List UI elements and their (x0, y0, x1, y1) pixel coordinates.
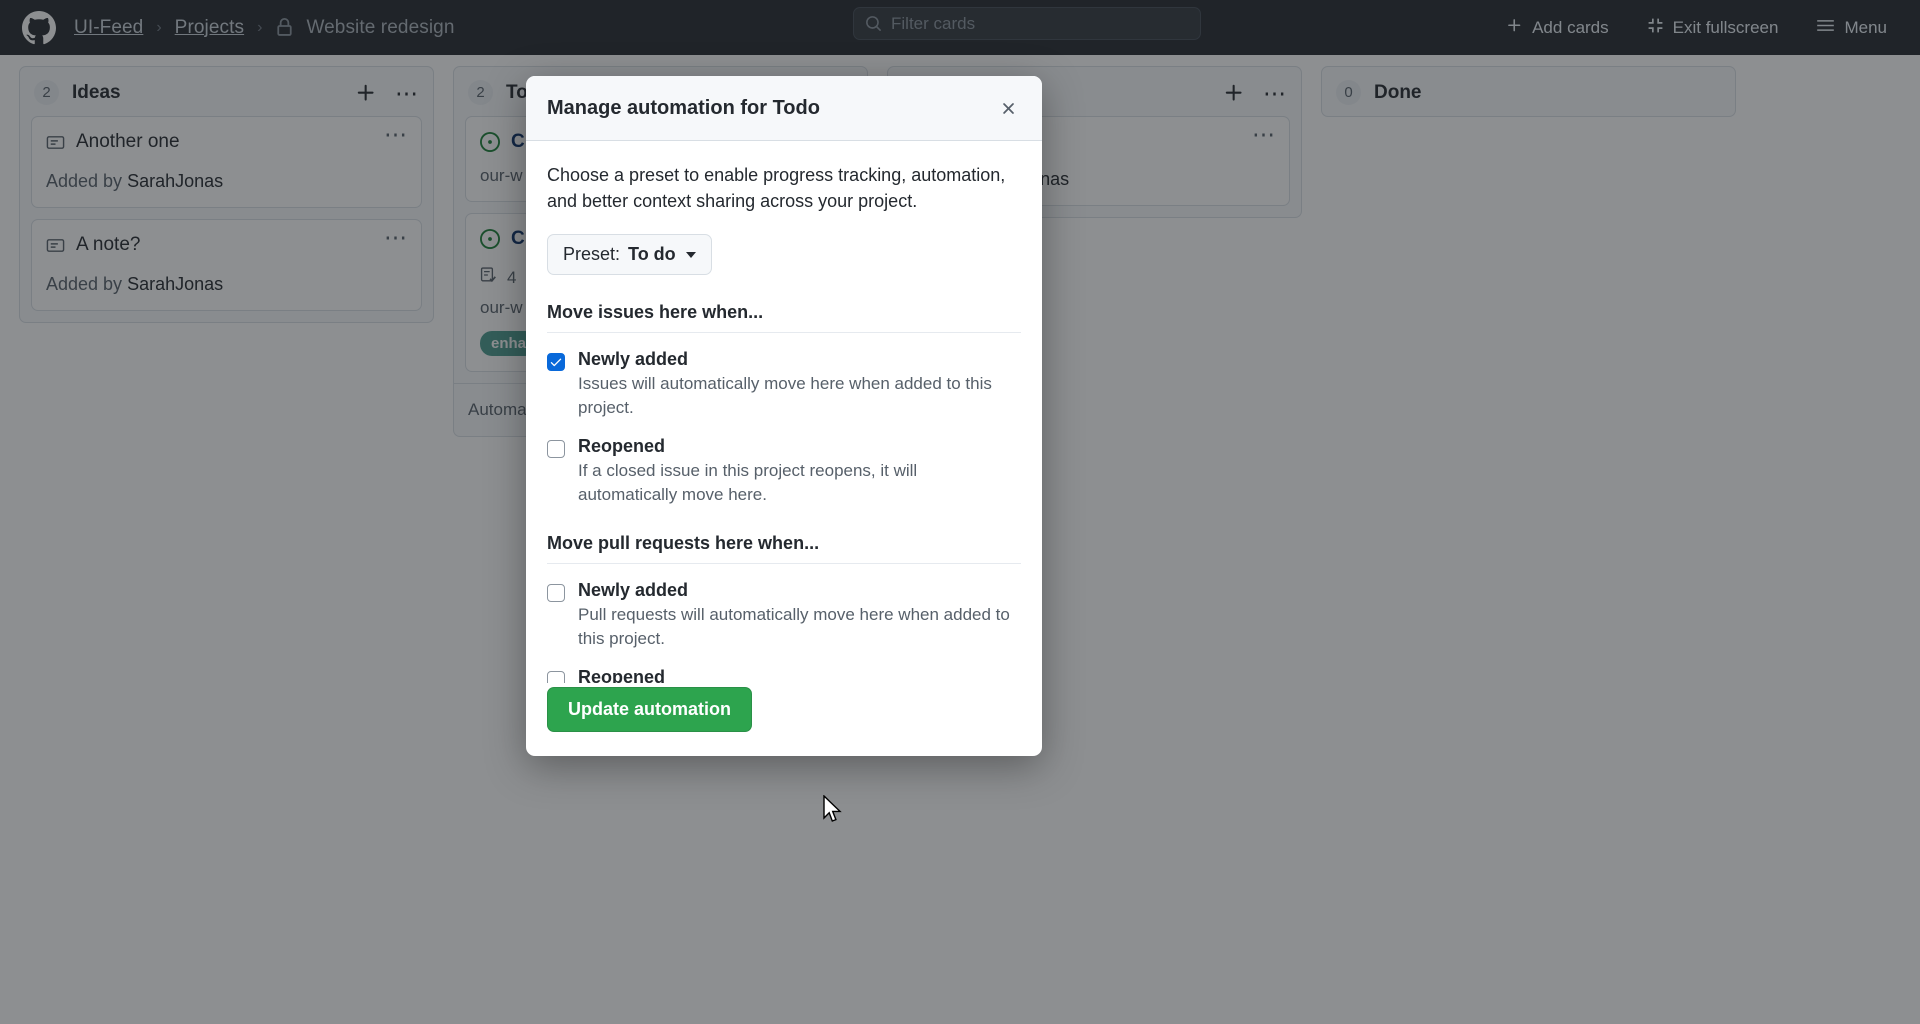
preset-dropdown-button[interactable]: Preset: To do (547, 234, 712, 276)
preset-label: Preset: (563, 244, 621, 265)
option-label: Newly added (578, 580, 689, 601)
checkbox-issues-newly-added[interactable] (547, 353, 565, 372)
option-description: If a closed issue in this project reopen… (578, 460, 918, 504)
section-heading-issues: Move issues here when... (547, 302, 1021, 334)
option-label: Reopened (578, 666, 666, 683)
preset-value: To do (628, 244, 676, 265)
option-label: Newly added (578, 349, 689, 370)
dialog-footer: Update automation (526, 683, 1042, 756)
dialog-header: Manage automation for Todo (526, 76, 1042, 141)
chevron-down-icon (685, 251, 696, 258)
dialog-description: Choose a preset to enable progress track… (547, 165, 1006, 212)
option-issues-newly-added[interactable]: Newly added Issues will automatically mo… (547, 349, 1021, 420)
checkbox-issues-reopened[interactable] (547, 439, 565, 458)
dialog-title: Manage automation for Todo (547, 96, 820, 119)
option-prs-reopened[interactable]: Reopened If a closed pull request in thi… (547, 667, 1021, 683)
dialog-body: Choose a preset to enable progress track… (526, 141, 1042, 683)
section-heading-pull-requests: Move pull requests here when... (547, 533, 1021, 565)
checkbox-prs-newly-added[interactable] (547, 584, 565, 603)
option-label: Reopened (578, 435, 666, 456)
update-automation-button[interactable]: Update automation (547, 687, 753, 732)
option-prs-newly-added[interactable]: Newly added Pull requests will automatic… (547, 580, 1021, 651)
project-board-page: UI-Feed › Projects › Website redesign (0, 0, 1920, 1024)
option-issues-reopened[interactable]: Reopened If a closed issue in this proje… (547, 436, 1021, 507)
option-description: Pull requests will automatically move he… (578, 605, 1010, 649)
checkbox-prs-reopened[interactable] (547, 670, 565, 683)
manage-automation-dialog: Manage automation for Todo Choose a pres… (526, 76, 1042, 756)
close-icon[interactable] (995, 95, 1021, 121)
option-description: Issues will automatically move here when… (578, 374, 992, 417)
